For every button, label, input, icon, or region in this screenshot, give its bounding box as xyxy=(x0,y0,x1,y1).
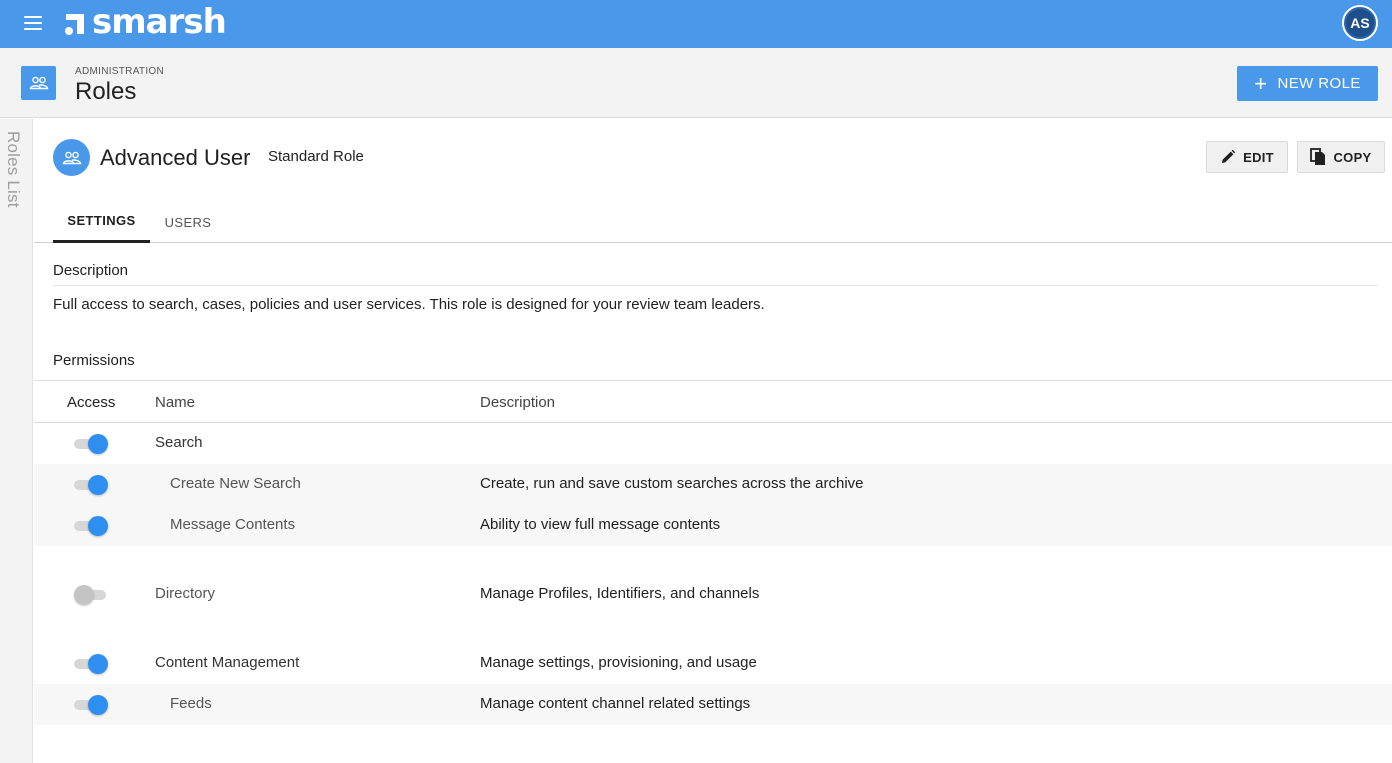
roles-people-icon xyxy=(21,66,56,100)
smarsh-logo-mark-icon xyxy=(62,4,88,40)
table-row: Message Contents Ability to view full me… xyxy=(34,505,1392,546)
role-people-icon xyxy=(53,139,90,176)
divider xyxy=(53,285,1378,286)
permission-description: Manage settings, provisioning, and usage xyxy=(480,654,757,671)
new-role-button[interactable]: + NEW ROLE xyxy=(1237,66,1378,101)
role-type: Standard Role xyxy=(268,148,364,165)
access-toggle[interactable] xyxy=(74,654,108,674)
column-header-description: Description xyxy=(480,394,556,411)
table-row: Content Management Manage settings, prov… xyxy=(34,643,1392,684)
permissions-heading: Permissions xyxy=(53,352,135,369)
permission-description: Manage Profiles, Identifiers, and channe… xyxy=(480,585,760,602)
permission-name: Feeds xyxy=(170,695,212,712)
permissions-table: Access Name Description Search Create Ne… xyxy=(34,380,1392,725)
role-name: Advanced User xyxy=(100,145,251,170)
table-header: Access Name Description xyxy=(34,380,1392,423)
role-detail-panel: Advanced User Standard Role EDIT COPY SE… xyxy=(34,119,1392,763)
menu-icon[interactable] xyxy=(24,15,42,31)
page-title: Roles xyxy=(75,78,137,105)
page-header: ADMINISTRATION Roles + NEW ROLE xyxy=(0,48,1392,118)
copy-button[interactable]: COPY xyxy=(1297,141,1385,173)
description-text: Full access to search, cases, policies a… xyxy=(53,296,765,313)
permission-name: Directory xyxy=(155,585,216,602)
roles-list-rail[interactable]: Roles List xyxy=(0,119,33,763)
new-role-label: NEW ROLE xyxy=(1277,75,1361,92)
top-app-bar: smarsh AS xyxy=(0,0,1392,48)
pencil-icon xyxy=(1222,149,1236,163)
table-row: Search xyxy=(34,423,1392,464)
permission-name: Search xyxy=(155,434,203,451)
copy-label: COPY xyxy=(1333,149,1372,165)
column-header-access: Access xyxy=(67,394,116,411)
breadcrumb[interactable]: ADMINISTRATION xyxy=(75,66,164,77)
role-tabs: SETTINGS USERS xyxy=(34,201,1392,243)
tab-users[interactable]: USERS xyxy=(154,201,222,243)
tab-settings[interactable]: SETTINGS xyxy=(53,201,150,243)
smarsh-logo[interactable]: smarsh xyxy=(62,2,227,42)
permission-description: Create, run and save custom searches acr… xyxy=(480,475,864,492)
table-row: Create New Search Create, run and save c… xyxy=(34,464,1392,505)
edit-button[interactable]: EDIT xyxy=(1206,141,1288,173)
access-toggle[interactable] xyxy=(74,434,108,454)
access-toggle[interactable] xyxy=(74,695,108,715)
permission-name: Message Contents xyxy=(170,516,296,533)
copy-icon xyxy=(1310,148,1326,165)
plus-icon: + xyxy=(1254,70,1268,96)
access-toggle[interactable] xyxy=(74,475,108,495)
permission-name: Create New Search xyxy=(170,475,301,492)
description-heading: Description xyxy=(53,262,129,279)
permission-name: Content Management xyxy=(155,654,300,671)
edit-label: EDIT xyxy=(1243,149,1274,165)
user-avatar[interactable]: AS xyxy=(1342,5,1378,41)
table-row: Directory Manage Profiles, Identifiers, … xyxy=(34,574,1392,615)
brand-name: smarsh xyxy=(92,2,227,42)
permission-description: Ability to view full message contents xyxy=(480,516,721,533)
access-toggle[interactable] xyxy=(74,585,108,605)
table-row: Feeds Manage content channel related set… xyxy=(34,684,1392,725)
access-toggle[interactable] xyxy=(74,516,108,536)
roles-list-label[interactable]: Roles List xyxy=(3,131,23,208)
permission-description: Manage content channel related settings xyxy=(480,695,751,712)
avatar-initials: AS xyxy=(1350,15,1370,31)
column-header-name: Name xyxy=(155,394,196,411)
